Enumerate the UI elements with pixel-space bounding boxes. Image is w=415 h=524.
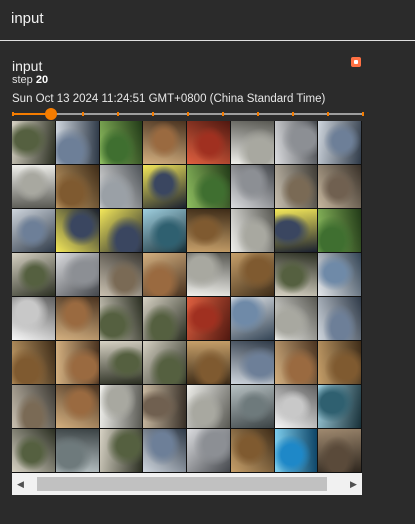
image-tile — [55, 429, 99, 472]
timestamp: Sun Oct 13 2024 11:24:51 GMT+0800 (China… — [12, 93, 326, 105]
header-title: input — [11, 10, 44, 27]
image-grid-viewer — [12, 121, 362, 473]
step-slider-thumb[interactable] — [44, 108, 57, 120]
image-tile — [187, 297, 230, 340]
image-tile — [318, 121, 361, 164]
image-tile — [55, 121, 99, 164]
image-tile — [230, 429, 274, 472]
slider-tick — [12, 112, 14, 116]
image-tile — [318, 429, 361, 472]
slider-tick — [362, 112, 364, 116]
image-tile — [230, 341, 274, 384]
image-tile — [12, 297, 55, 340]
image-tile — [274, 297, 318, 340]
image-tile — [187, 253, 230, 296]
slider-tick — [327, 112, 329, 116]
image-tile — [274, 429, 318, 472]
image-tile — [318, 297, 361, 340]
image-tile — [99, 341, 143, 384]
image-tile — [230, 165, 274, 208]
arrow-right-icon[interactable]: ▶ — [345, 473, 362, 495]
page-header: input — [0, 0, 415, 41]
image-tile — [55, 209, 99, 252]
card-title: input — [12, 58, 43, 74]
image-tile — [55, 341, 99, 384]
image-tile — [143, 165, 186, 208]
image-tile — [99, 385, 143, 428]
slider-tick — [257, 112, 259, 116]
scrollbar-thumb[interactable] — [37, 477, 327, 491]
image-tile — [230, 121, 274, 164]
image-tile — [99, 429, 143, 472]
step-text: step — [12, 74, 33, 86]
image-tile — [143, 341, 186, 384]
arrow-left-icon[interactable]: ◀ — [12, 473, 29, 495]
step-value: 20 — [35, 74, 49, 86]
image-tile — [12, 209, 55, 252]
image-tile — [12, 429, 55, 472]
image-tile — [274, 253, 318, 296]
image-tile — [187, 165, 230, 208]
image-tile — [230, 209, 274, 252]
image-tile — [318, 385, 361, 428]
image-tile — [318, 209, 361, 252]
slider-tick — [152, 112, 154, 116]
image-tile — [187, 385, 230, 428]
image-tile — [187, 429, 230, 472]
slider-tick — [222, 112, 224, 116]
image-tile — [55, 253, 99, 296]
image-tile — [274, 341, 318, 384]
image-tile — [55, 165, 99, 208]
image-grid — [12, 121, 362, 473]
image-tile — [143, 429, 186, 472]
image-tile — [12, 341, 55, 384]
image-tile — [99, 297, 143, 340]
image-tile — [230, 297, 274, 340]
image-tile — [55, 385, 99, 428]
image-tile — [187, 121, 230, 164]
pin-icon[interactable] — [351, 57, 361, 67]
slider-tick — [187, 112, 189, 116]
image-tile — [230, 385, 274, 428]
image-tile — [274, 165, 318, 208]
step-label: step 20 — [12, 74, 48, 86]
image-tile — [12, 253, 55, 296]
image-tile — [318, 341, 361, 384]
image-tile — [318, 253, 361, 296]
image-tile — [187, 209, 230, 252]
image-tile — [143, 121, 186, 164]
image-tile — [318, 165, 361, 208]
slider-tick — [292, 112, 294, 116]
image-tile — [187, 341, 230, 384]
slider-tick — [117, 112, 119, 116]
image-tile — [99, 165, 143, 208]
image-tile — [12, 121, 55, 164]
image-tile — [274, 385, 318, 428]
image-tile — [12, 165, 55, 208]
slider-tick — [82, 112, 84, 116]
image-tile — [143, 385, 186, 428]
horizontal-scrollbar[interactable]: ◀ ▶ — [12, 473, 362, 495]
image-tile — [274, 209, 318, 252]
image-tile — [99, 253, 143, 296]
image-tile — [274, 121, 318, 164]
image-tile — [143, 253, 186, 296]
image-tile — [143, 209, 186, 252]
image-tile — [99, 121, 143, 164]
image-tile — [99, 209, 143, 252]
image-tile — [230, 253, 274, 296]
image-tile — [12, 385, 55, 428]
image-tile — [55, 297, 99, 340]
image-tile — [143, 297, 186, 340]
